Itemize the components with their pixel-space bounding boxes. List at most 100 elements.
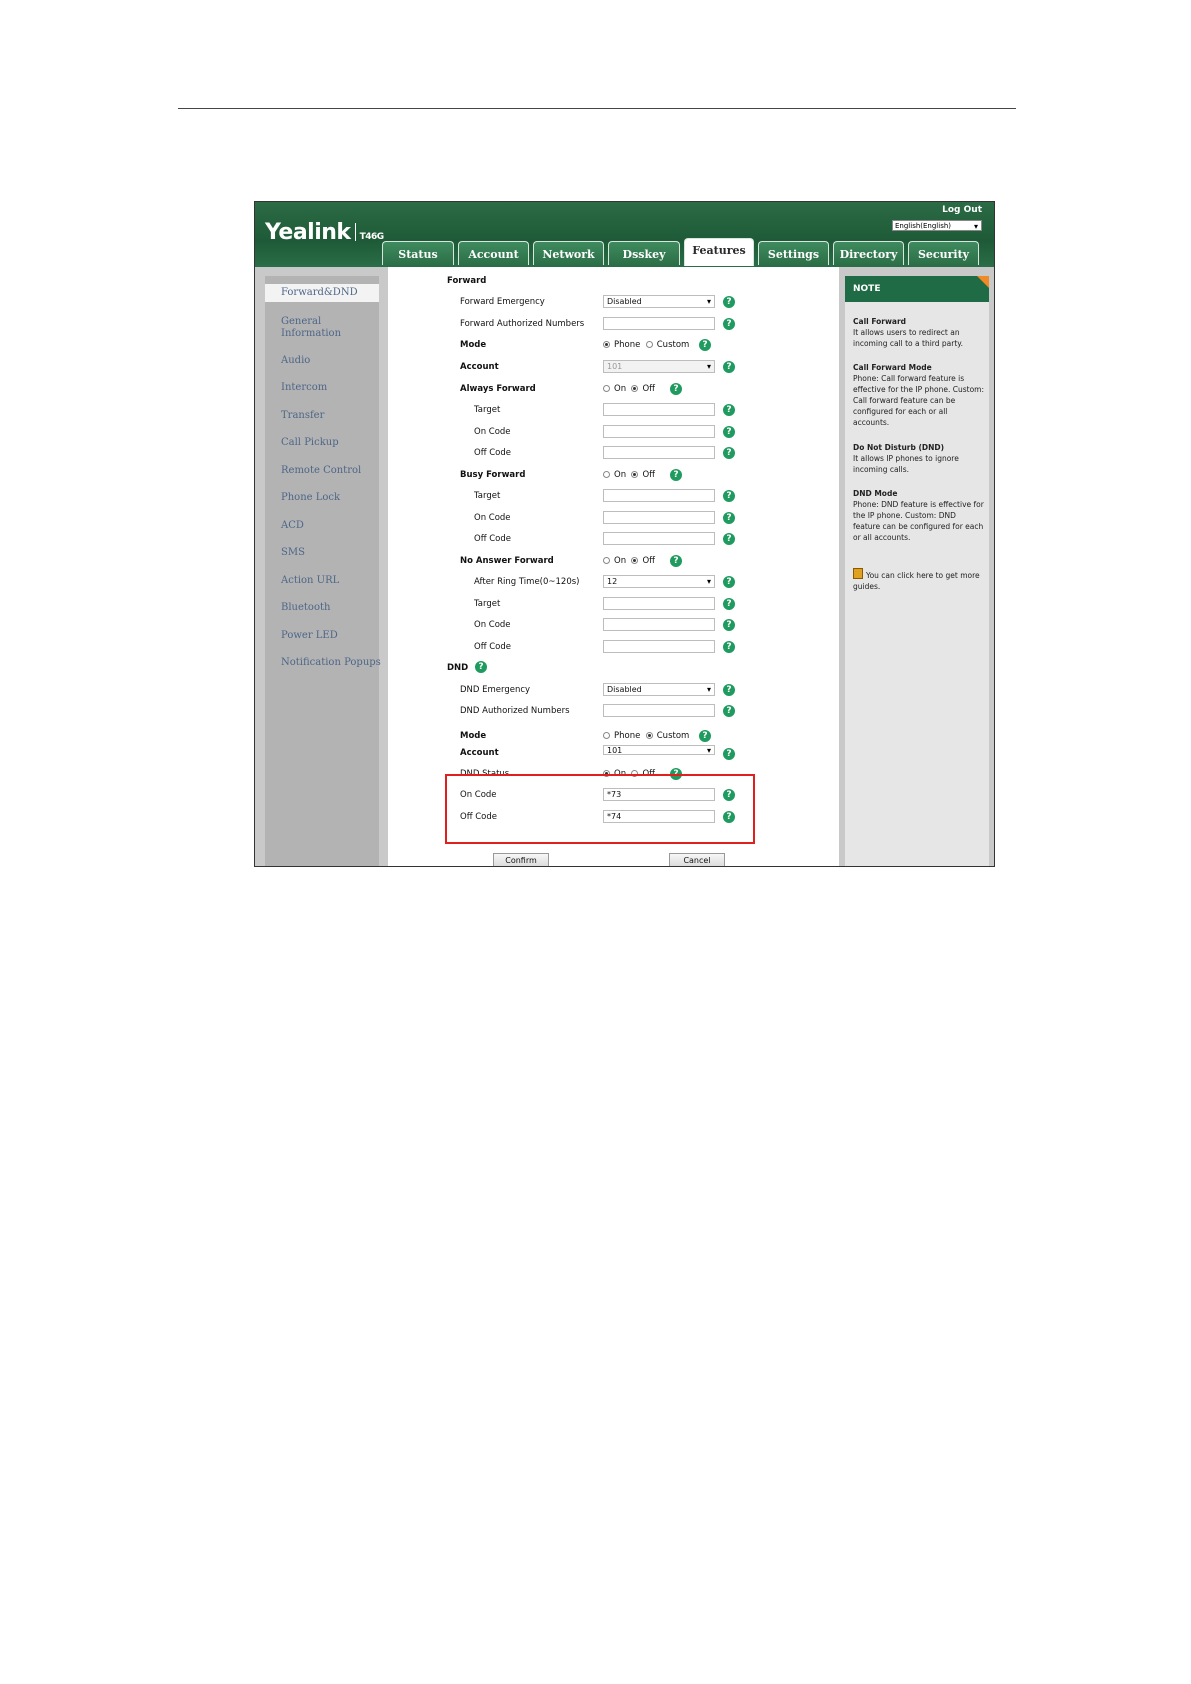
no-answer-forward-label: No Answer Forward xyxy=(460,556,554,566)
busy-forward-radio-group[interactable]: On Off xyxy=(603,470,655,480)
sidebar-item-bluetooth[interactable]: Bluetooth xyxy=(281,602,381,613)
radio-phone-selected[interactable] xyxy=(603,341,610,348)
help-icon[interactable]: ? xyxy=(723,512,735,524)
radio-off-selected[interactable] xyxy=(631,557,639,564)
help-icon[interactable]: ? xyxy=(723,705,735,717)
always-off-code-input[interactable] xyxy=(603,446,715,459)
tab-settings[interactable]: Settings xyxy=(758,241,829,265)
help-icon[interactable]: ? xyxy=(475,661,487,673)
note-guide-link[interactable]: You can click here to get more guides. xyxy=(853,568,985,592)
forward-account-label: Account xyxy=(460,362,499,372)
busy-forward-label: Busy Forward xyxy=(460,470,526,480)
sidebar-item-transfer[interactable]: Transfer xyxy=(281,410,381,421)
no-answer-off-code-input[interactable] xyxy=(603,640,715,653)
radio-custom-selected[interactable] xyxy=(645,732,653,739)
tab-account[interactable]: Account xyxy=(458,241,529,265)
no-answer-on-code-input[interactable] xyxy=(603,618,715,631)
sidebar-item-audio[interactable]: Audio xyxy=(281,355,381,366)
forward-emergency-select[interactable]: Disabled xyxy=(603,295,715,308)
note-call-forward: Call Forward It allows users to redirect … xyxy=(853,317,964,348)
help-icon[interactable]: ? xyxy=(699,339,711,351)
language-select[interactable]: English(English) xyxy=(892,220,982,232)
help-icon[interactable]: ? xyxy=(723,426,735,438)
forward-mode-radio-group[interactable]: Phone Custom xyxy=(603,340,689,350)
always-forward-label: Always Forward xyxy=(460,384,536,394)
note-corner-icon xyxy=(977,276,989,288)
sidebar-item-acd[interactable]: ACD xyxy=(281,520,381,531)
sidebar-item-remote-control[interactable]: Remote Control xyxy=(281,465,381,476)
sidebar-item-action-url[interactable]: Action URL xyxy=(281,575,381,586)
sidebar-item-notification-popups[interactable]: Notification Popups xyxy=(281,657,381,668)
busy-on-code-input[interactable] xyxy=(603,511,715,524)
always-target-input[interactable] xyxy=(603,403,715,416)
sidebar-item-sms[interactable]: SMS xyxy=(281,547,381,558)
no-answer-target-label: Target xyxy=(474,599,501,609)
help-icon[interactable]: ? xyxy=(723,748,735,760)
no-answer-off-code-label: Off Code xyxy=(474,642,512,652)
tab-network[interactable]: Network xyxy=(533,241,604,265)
dnd-highlight-box xyxy=(445,774,755,844)
radio-phone[interactable] xyxy=(603,732,610,739)
sidebar-item-intercom[interactable]: Intercom xyxy=(281,382,381,393)
help-icon[interactable]: ? xyxy=(723,684,735,696)
no-answer-target-input[interactable] xyxy=(603,597,715,610)
tab-security[interactable]: Security xyxy=(908,241,979,265)
confirm-button[interactable]: Confirm xyxy=(493,853,549,866)
radio-on[interactable] xyxy=(603,385,610,392)
help-icon[interactable]: ? xyxy=(723,296,735,308)
dnd-authorized-label: DND Authorized Numbers xyxy=(460,706,570,716)
tab-dsskey[interactable]: Dsskey xyxy=(608,241,680,265)
help-icon[interactable]: ? xyxy=(723,619,735,631)
help-icon[interactable]: ? xyxy=(723,404,735,416)
help-icon[interactable]: ? xyxy=(723,533,735,545)
help-icon[interactable]: ? xyxy=(723,641,735,653)
radio-custom[interactable] xyxy=(645,341,653,348)
header-bar: YealinkT46G Log Out English(English) Sta… xyxy=(255,202,994,267)
radio-on[interactable] xyxy=(603,557,610,564)
dnd-account-select[interactable]: 101 xyxy=(603,745,715,755)
radio-on[interactable] xyxy=(603,471,610,478)
ring-time-select[interactable]: 12 xyxy=(603,575,715,588)
sidebar-item-forward-dnd[interactable]: Forward&DND xyxy=(265,284,379,302)
forward-section-title: Forward xyxy=(447,276,487,286)
radio-off-selected[interactable] xyxy=(631,385,639,392)
help-icon[interactable]: ? xyxy=(723,361,735,373)
dnd-section-title: DND xyxy=(447,663,469,673)
dnd-emergency-select[interactable]: Disabled xyxy=(603,683,715,696)
logout-link[interactable]: Log Out xyxy=(942,205,982,215)
tab-directory[interactable]: Directory xyxy=(833,241,904,265)
book-icon xyxy=(853,568,863,579)
radio-off-selected[interactable] xyxy=(631,471,639,478)
tab-status[interactable]: Status xyxy=(382,241,454,265)
help-icon[interactable]: ? xyxy=(723,576,735,588)
sidebar-item-phone-lock[interactable]: Phone Lock xyxy=(281,492,381,503)
sidebar: Forward&DND General Information Audio In… xyxy=(265,276,381,866)
no-answer-forward-radio-group[interactable]: On Off xyxy=(603,556,655,566)
help-icon[interactable]: ? xyxy=(670,383,682,395)
help-icon[interactable]: ? xyxy=(670,555,682,567)
busy-off-code-input[interactable] xyxy=(603,532,715,545)
busy-off-code-label: Off Code xyxy=(474,534,512,544)
help-icon[interactable]: ? xyxy=(723,598,735,610)
cancel-button[interactable]: Cancel xyxy=(669,853,725,866)
help-icon[interactable]: ? xyxy=(723,318,735,330)
ring-time-label: After Ring Time(0~120s) xyxy=(474,577,580,587)
sidebar-item-call-pickup[interactable]: Call Pickup xyxy=(281,437,381,448)
no-answer-on-code-label: On Code xyxy=(474,620,511,630)
help-icon[interactable]: ? xyxy=(723,490,735,502)
help-icon[interactable]: ? xyxy=(670,469,682,481)
forward-authorized-input[interactable] xyxy=(603,317,715,330)
dnd-mode-radio-group[interactable]: Phone Custom xyxy=(603,731,689,741)
note-call-forward-mode: Call Forward Mode Phone: Call forward fea… xyxy=(853,363,984,427)
forward-account-select[interactable]: 101 xyxy=(603,360,715,373)
always-forward-radio-group[interactable]: On Off xyxy=(603,384,655,394)
help-icon[interactable]: ? xyxy=(699,730,711,742)
sidebar-item-power-led[interactable]: Power LED xyxy=(281,630,381,641)
help-icon[interactable]: ? xyxy=(723,447,735,459)
sidebar-item-general-information[interactable]: General Information xyxy=(281,316,381,340)
busy-target-input[interactable] xyxy=(603,489,715,502)
dnd-authorized-input[interactable] xyxy=(603,704,715,717)
dnd-emergency-label: DND Emergency xyxy=(460,685,531,695)
tab-features[interactable]: Features xyxy=(684,238,754,266)
always-on-code-input[interactable] xyxy=(603,425,715,438)
